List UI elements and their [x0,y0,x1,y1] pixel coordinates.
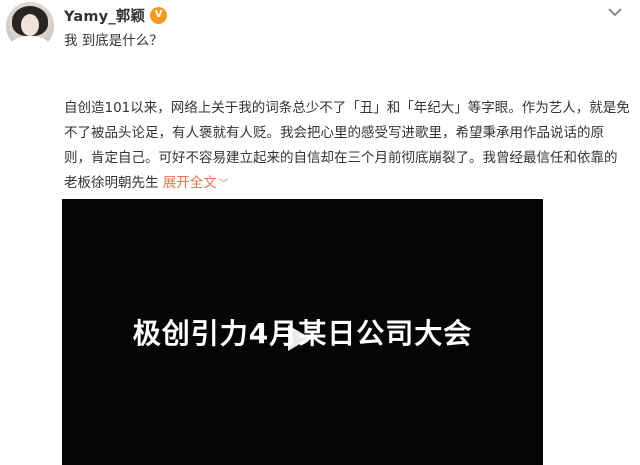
post-body: 自创造101以来，网络上关于我的词条总少不了「丑」和「年纪大」等字眼。作为艺人，… [64,96,630,197]
avatar-face [21,14,39,36]
expand-label[interactable]: 展开全文 [163,175,217,191]
video-player[interactable]: 极创引力4月某日公司大会 [62,199,543,465]
avatar[interactable] [6,2,54,50]
chevron-down-small-icon: ﹀ [218,179,229,190]
chevron-down-icon[interactable] [608,7,622,17]
post-text: 自创造101以来，网络上关于我的词条总少不了「丑」和「年纪大」等字眼。作为艺人，… [64,100,630,191]
verified-badge-icon: V [150,6,168,24]
user-intro: 我 到底是什么？ [64,33,163,49]
expand-full-text-link[interactable]: 展开全文 ﹀ [159,175,229,191]
avatar-shoulder [10,36,50,50]
username[interactable]: Yamy_郭颖 [64,5,145,26]
verified-mark: V [154,9,163,20]
post-header: Yamy_郭颖 V [64,4,168,26]
play-icon[interactable] [286,323,312,353]
